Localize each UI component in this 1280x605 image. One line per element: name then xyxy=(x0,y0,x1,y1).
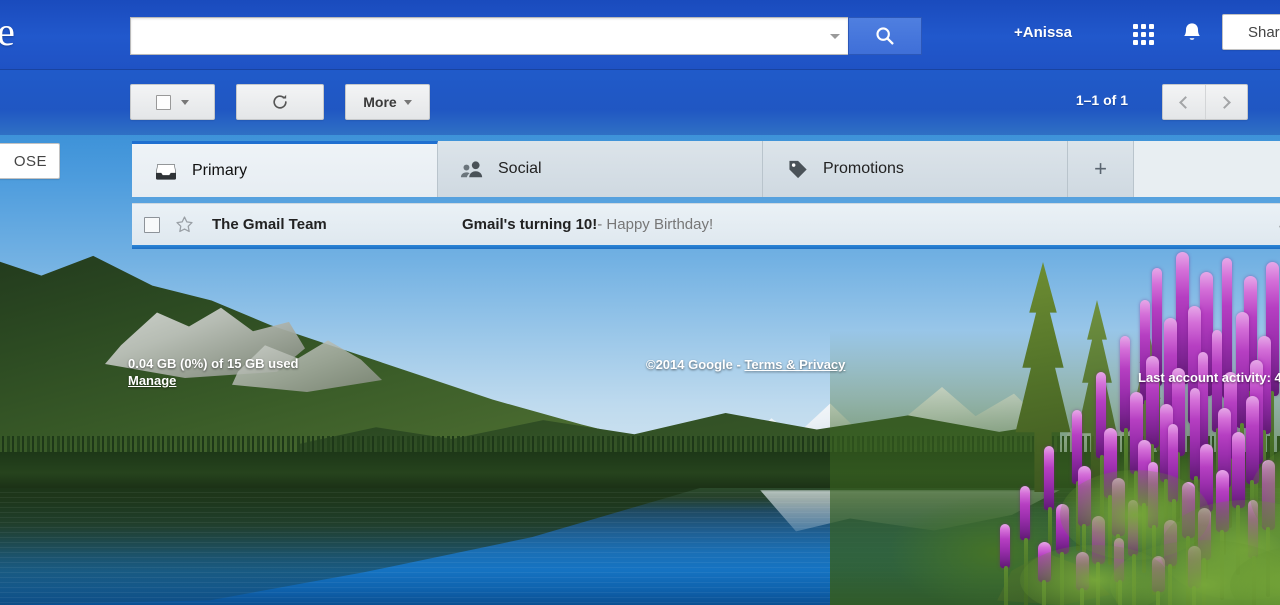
compose-button[interactable]: OSE xyxy=(0,143,60,179)
email-list-row[interactable]: The Gmail Team Gmail's turning 10! - Hap… xyxy=(132,203,1280,249)
inbox-icon xyxy=(154,159,178,183)
last-account-activity: Last account activity: 42 xyxy=(1138,370,1280,385)
refresh-button[interactable] xyxy=(236,84,324,120)
photo-lupine-spike xyxy=(1044,446,1054,578)
chevron-right-icon xyxy=(1218,95,1232,109)
photo-lupine-spike xyxy=(1120,336,1130,499)
tab-primary-label: Primary xyxy=(192,161,248,179)
search-button[interactable] xyxy=(848,17,922,55)
copyright-text: ©2014 Google - xyxy=(646,357,745,372)
storage-usage: 0.04 GB (0%) of 15 GB used Manage xyxy=(128,356,299,388)
checkbox-icon xyxy=(156,94,171,110)
search-icon xyxy=(876,27,894,45)
plus-account-link[interactable]: +Anissa xyxy=(1014,24,1072,41)
select-all-button[interactable] xyxy=(130,84,215,120)
tab-promotions-label: Promotions xyxy=(823,160,904,177)
tag-glyph xyxy=(788,160,807,179)
manage-storage-link[interactable]: Manage xyxy=(128,373,299,388)
email-checkbox[interactable] xyxy=(144,216,160,233)
email-snippet: - Happy Birthday! xyxy=(597,216,714,233)
google-logo[interactable]: gle xyxy=(0,8,15,55)
tag-icon xyxy=(785,157,809,181)
bell-icon[interactable] xyxy=(1180,21,1204,47)
refresh-icon xyxy=(273,94,287,109)
tab-promotions[interactable]: Promotions xyxy=(763,141,1068,197)
tabs-filler xyxy=(1134,141,1280,197)
chevron-down-icon xyxy=(403,99,412,105)
more-label: More xyxy=(363,94,397,110)
terms-privacy-link[interactable]: Terms & Privacy xyxy=(744,357,845,372)
apps-grid-icon[interactable] xyxy=(1133,24,1154,45)
tab-social[interactable]: Social xyxy=(438,141,763,197)
inbox-tabs: Primary Social Promotions + xyxy=(132,141,1280,197)
photo-lupine-spike xyxy=(1020,486,1030,605)
people-icon xyxy=(460,157,484,181)
top-header-bar: gle +Anissa Share xyxy=(0,0,1280,70)
bell-glyph xyxy=(1184,23,1200,40)
inbox-glyph xyxy=(156,163,176,180)
chevron-down-icon xyxy=(181,99,189,105)
search-input-container[interactable] xyxy=(130,17,848,55)
tab-primary[interactable]: Primary xyxy=(132,141,438,197)
next-page-button[interactable] xyxy=(1204,85,1248,119)
star-glyph xyxy=(175,216,193,233)
people-glyph xyxy=(460,161,483,178)
email-subject: Gmail's turning 10! xyxy=(462,216,598,233)
more-button[interactable]: More xyxy=(345,84,430,120)
search-bar xyxy=(130,17,922,55)
previous-page-button[interactable] xyxy=(1163,85,1205,119)
share-button[interactable]: Share xyxy=(1222,14,1280,50)
pagination-controls xyxy=(1162,84,1248,120)
photo-lupine-spike xyxy=(1000,524,1010,605)
pagination-range: 1–1 of 1 xyxy=(1075,92,1128,108)
chevron-left-icon xyxy=(1178,95,1192,109)
search-input[interactable] xyxy=(131,18,822,54)
tab-social-label: Social xyxy=(498,160,542,177)
gmail-window: gle +Anissa Share xyxy=(0,0,1280,605)
photo-lupine-spike xyxy=(1232,432,1245,575)
email-sender: The Gmail Team xyxy=(212,216,327,233)
copyright-notice: ©2014 Google - Terms & Privacy xyxy=(646,357,845,372)
photo-lupine-spike xyxy=(1190,388,1200,547)
search-options-chevron-down-icon[interactable] xyxy=(822,18,848,54)
add-tab-button[interactable]: + xyxy=(1068,141,1134,197)
star-outline-icon[interactable] xyxy=(174,215,194,235)
storage-usage-text: 0.04 GB (0%) of 15 GB used xyxy=(128,356,299,371)
